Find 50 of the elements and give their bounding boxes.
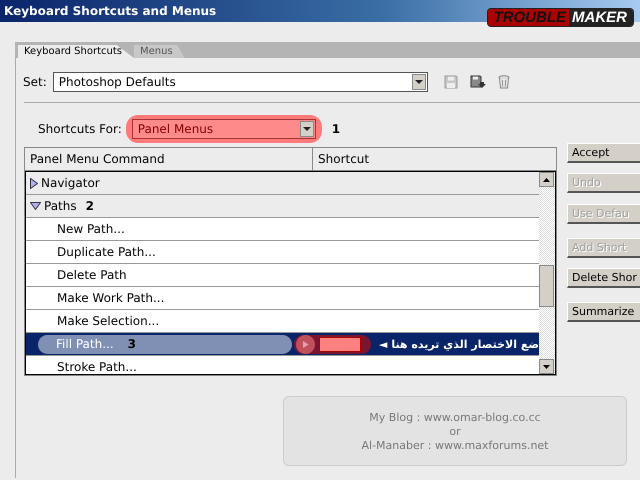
- command-row[interactable]: Duplicate Path...: [26, 241, 539, 264]
- down-arrow-icon: [543, 364, 550, 368]
- column-header: Shortcut: [317, 152, 370, 166]
- window-title: Keyboard Shortcuts and Menus: [4, 4, 216, 18]
- expanded-triangle-icon[interactable]: [30, 202, 41, 210]
- command-row[interactable]: Delete Path: [26, 264, 539, 287]
- hint-arrow: ◄: [378, 338, 388, 350]
- set-dropdown[interactable]: Photoshop Defaults: [52, 72, 428, 92]
- dropdown-arrow-icon: [414, 80, 423, 84]
- up-arrow-icon: [543, 178, 550, 182]
- action-button[interactable]: Summarize: [567, 302, 640, 322]
- command-label: Make Work Path...: [57, 291, 164, 305]
- command-label: Delete Path: [57, 268, 127, 282]
- dropdown-arrow-icon: [302, 127, 311, 131]
- group-row[interactable]: Paths 2: [26, 195, 539, 218]
- command-label: Stroke Path...: [57, 360, 137, 374]
- hint-text: ضع الاختصار الذي تريده هنا: [391, 338, 539, 350]
- credit-line: My Blog : www.omar-blog.co.cc: [369, 410, 541, 424]
- play-icon: [296, 334, 315, 354]
- credit-line: or: [449, 424, 461, 438]
- command-label: Make Selection...: [57, 314, 160, 328]
- command-row[interactable]: Make Work Path...: [26, 287, 539, 310]
- command-label: New Path...: [57, 222, 125, 236]
- scrollbar[interactable]: [539, 172, 555, 374]
- command-label: Fill Path...: [56, 337, 114, 351]
- scroll-up-button[interactable]: [539, 172, 554, 187]
- logo: TROUBLE MAKER: [486, 8, 634, 27]
- column-header: Panel Menu Command: [25, 148, 313, 170]
- action-button[interactable]: Accept: [567, 143, 640, 163]
- command-label: Duplicate Path...: [57, 245, 156, 259]
- tab[interactable]: Keyboard Shortcuts: [18, 45, 134, 58]
- trash-icon[interactable]: [498, 75, 510, 89]
- group-row[interactable]: Navigator: [26, 172, 539, 195]
- collapsed-triangle-icon[interactable]: [30, 178, 38, 188]
- step-number: 1: [330, 122, 342, 136]
- tab[interactable]: Menus: [134, 45, 185, 58]
- credit-line: Al-Manaber : www.maxforums.net: [362, 438, 548, 452]
- scroll-thumb[interactable]: [539, 265, 554, 307]
- save-as-icon[interactable]: [470, 75, 486, 89]
- group-label: Paths: [44, 199, 77, 213]
- command-row[interactable]: New Path...: [26, 218, 539, 241]
- action-button[interactable]: Delete Shor: [567, 268, 640, 288]
- step-number: 2: [84, 199, 95, 213]
- shortcuts-for-label: Shortcuts For:: [38, 122, 122, 136]
- step-number: 3: [128, 337, 136, 351]
- scroll-down-button[interactable]: [539, 359, 554, 374]
- shortcut-field[interactable]: [318, 336, 361, 352]
- shortcuts-for-dropdown[interactable]: Panel Menus: [132, 119, 316, 139]
- group-label: Navigator: [41, 176, 100, 190]
- set-label: Set:: [23, 75, 47, 89]
